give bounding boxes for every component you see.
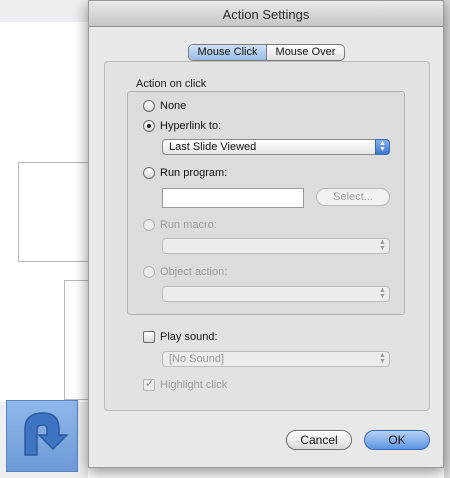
option-run-program[interactable]: Run program:	[143, 167, 227, 179]
option-run-macro[interactable]: Run macro:	[143, 219, 217, 231]
play-sound-label: Play sound:	[160, 331, 218, 343]
option-none[interactable]: None	[143, 100, 186, 112]
slide-placeholder	[64, 280, 90, 400]
option-object-action[interactable]: Object action:	[143, 266, 227, 278]
object-action-radio[interactable]	[143, 266, 155, 278]
play-sound-checkbox[interactable]	[143, 331, 155, 343]
sound-select[interactable]: [No Sound] ▲ ▼	[162, 351, 390, 367]
run-macro-radio[interactable]	[143, 219, 155, 231]
window-title: Action Settings	[222, 7, 310, 22]
option-highlight-click[interactable]: Highlight click	[143, 377, 228, 391]
hyperlink-label: Hyperlink to:	[160, 120, 222, 132]
tab-mouse-over[interactable]: Mouse Over	[267, 45, 344, 60]
action-settings-dialog: Action Settings Mouse Click Mouse Over A…	[88, 0, 444, 468]
slide-placeholder	[18, 162, 90, 262]
select-program-button[interactable]: Select...	[316, 188, 390, 206]
run-macro-label: Run macro:	[160, 219, 217, 231]
tab-segmented-control: Mouse Click Mouse Over	[188, 44, 345, 61]
hyperlink-radio[interactable]	[143, 120, 155, 132]
highlight-click-label: Highlight click	[160, 379, 228, 391]
option-play-sound[interactable]: Play sound:	[143, 331, 217, 343]
hyperlink-select[interactable]: Last Slide Viewed ▲ ▼	[162, 139, 390, 155]
action-button-shape[interactable]	[6, 400, 78, 472]
ok-button[interactable]: OK	[364, 430, 430, 450]
up-down-arrows-icon: ▲ ▼	[379, 287, 386, 300]
run-program-input[interactable]	[162, 188, 304, 208]
run-program-radio[interactable]	[143, 167, 155, 179]
object-action-label: Object action:	[160, 266, 228, 278]
object-action-select[interactable]: ▲ ▼	[162, 286, 390, 302]
run-program-label: Run program:	[160, 167, 228, 179]
up-down-arrows-icon: ▲ ▼	[379, 352, 386, 365]
none-radio[interactable]	[143, 100, 155, 112]
run-macro-select[interactable]: ▲ ▼	[162, 238, 390, 254]
up-down-arrows-icon: ▲ ▼	[375, 139, 390, 155]
up-down-arrows-icon: ▲ ▼	[379, 239, 386, 252]
return-arrow-icon	[24, 412, 69, 456]
sound-select-value: [No Sound]	[169, 353, 225, 365]
hyperlink-select-value: Last Slide Viewed	[169, 141, 257, 153]
none-label: None	[160, 100, 187, 112]
option-hyperlink[interactable]: Hyperlink to:	[143, 120, 221, 132]
action-group-label: Action on click	[136, 78, 207, 90]
title-bar[interactable]: Action Settings	[89, 1, 443, 27]
tab-mouse-click[interactable]: Mouse Click	[189, 45, 267, 60]
window-edge	[444, 0, 450, 478]
cancel-button[interactable]: Cancel	[286, 430, 352, 450]
highlight-click-checkbox[interactable]	[143, 377, 155, 391]
